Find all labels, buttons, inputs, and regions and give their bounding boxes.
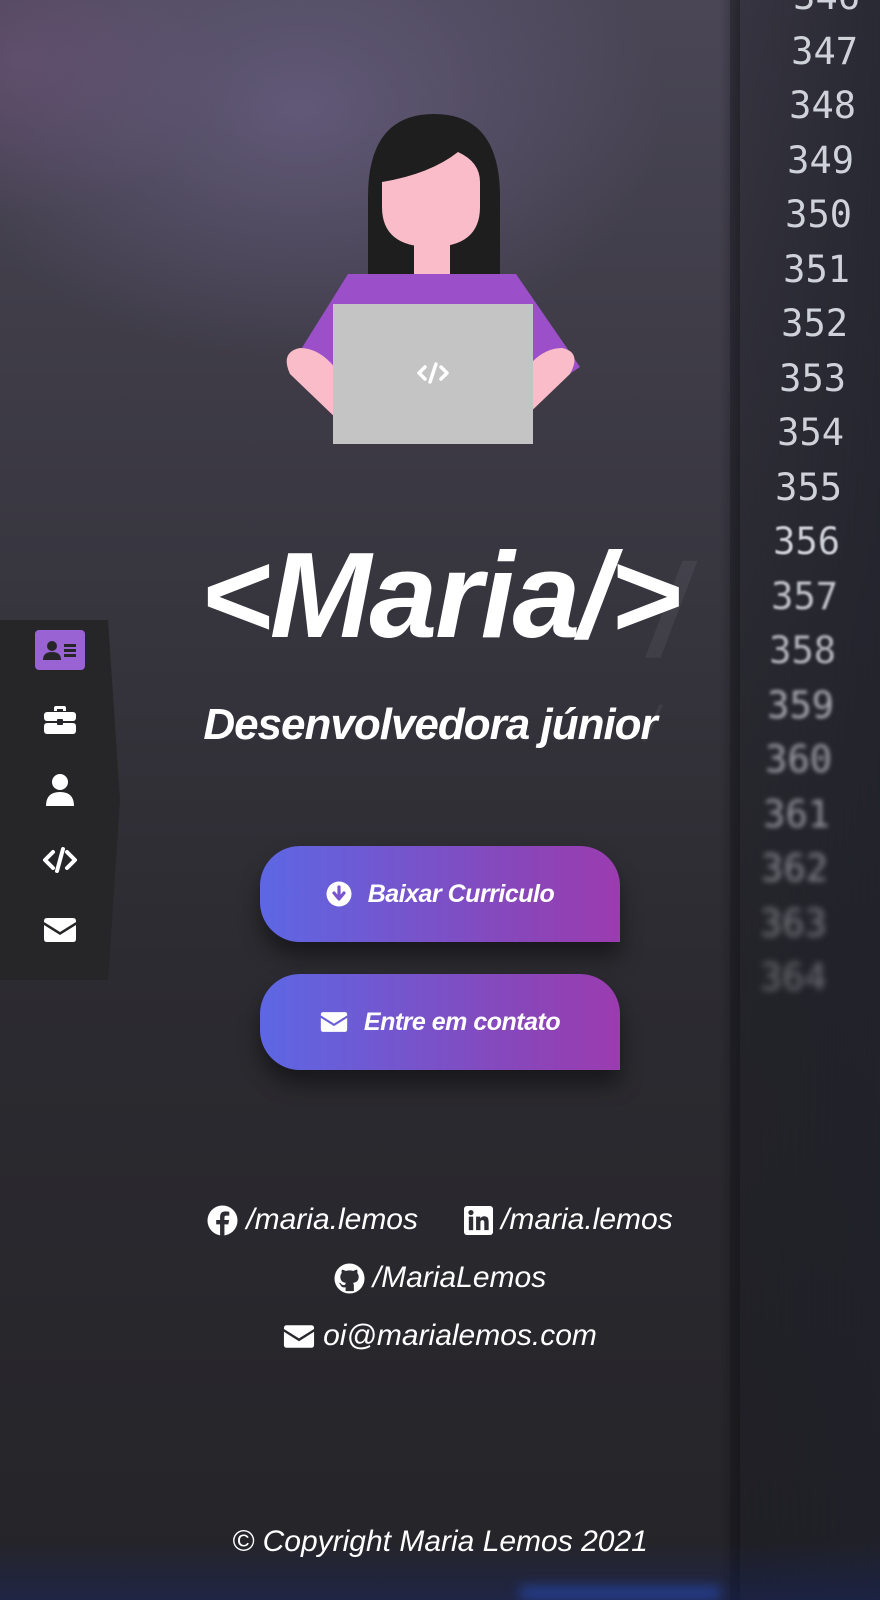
social-links-row: /maria.lemos /maria.lemos bbox=[0, 1203, 880, 1237]
contact-label: Entre em contato bbox=[363, 1007, 561, 1036]
envelope-icon bbox=[320, 1012, 348, 1032]
sidebar-item-about[interactable] bbox=[35, 770, 85, 810]
github-link[interactable]: /MariaLemos bbox=[334, 1261, 546, 1295]
line-number: 355 bbox=[775, 465, 842, 509]
line-number: 346 bbox=[760, 0, 860, 25]
background-streak bbox=[520, 1586, 720, 1600]
email-address: oi@marialemos.com bbox=[323, 1319, 597, 1352]
line-number: 351 bbox=[783, 247, 850, 291]
contact-button[interactable]: Entre em contato bbox=[260, 974, 620, 1070]
arrow-circle-down-icon bbox=[326, 881, 352, 907]
linkedin-handle: /maria.lemos bbox=[501, 1203, 673, 1236]
line-numbers: 3463473483493503513523533543553563573583… bbox=[760, 0, 860, 1006]
line-number: 353 bbox=[779, 356, 846, 400]
line-number: 347 bbox=[791, 29, 858, 73]
email-link[interactable]: oi@marialemos.com bbox=[283, 1319, 597, 1353]
sidebar-item-contact[interactable] bbox=[35, 910, 85, 950]
page-subtitle: Desenvolvedora júnior bbox=[203, 700, 657, 749]
envelope-icon bbox=[44, 918, 76, 942]
sidebar-nav bbox=[0, 620, 120, 980]
linkedin-link[interactable]: /maria.lemos bbox=[464, 1203, 673, 1237]
background-code-editor: 3463473483493503513523533543553563573583… bbox=[720, 0, 880, 1600]
line-number: 348 bbox=[789, 84, 856, 127]
user-icon bbox=[46, 774, 74, 806]
avatar-illustration bbox=[280, 112, 600, 452]
copyright-footer: © Copyright Maria Lemos 2021 bbox=[232, 1525, 648, 1558]
facebook-handle: /maria.lemos bbox=[246, 1203, 418, 1236]
sidebar-item-projects[interactable] bbox=[35, 840, 85, 880]
email-row: oi@marialemos.com bbox=[0, 1319, 880, 1357]
facebook-icon bbox=[207, 1204, 238, 1236]
download-cv-label: Baixar Curriculo bbox=[367, 879, 555, 908]
line-number: 349 bbox=[787, 138, 854, 182]
line-number: 362 bbox=[761, 847, 828, 890]
envelope-icon bbox=[284, 1324, 315, 1348]
line-number: 352 bbox=[781, 302, 848, 345]
linkedin-icon bbox=[464, 1205, 493, 1235]
page-title: <Maria/> bbox=[200, 527, 681, 663]
github-handle: /MariaLemos bbox=[372, 1261, 547, 1294]
line-number: 364 bbox=[760, 956, 827, 999]
line-number: 350 bbox=[785, 193, 852, 236]
line-number: 361 bbox=[763, 792, 830, 836]
line-number: 354 bbox=[777, 411, 844, 454]
facebook-link[interactable]: /maria.lemos bbox=[207, 1203, 418, 1237]
line-number: 363 bbox=[760, 901, 827, 945]
github-row: /MariaLemos bbox=[0, 1261, 880, 1302]
github-icon bbox=[334, 1262, 365, 1294]
download-cv-button[interactable]: Baixar Curriculo bbox=[260, 846, 620, 942]
code-icon bbox=[43, 847, 77, 873]
